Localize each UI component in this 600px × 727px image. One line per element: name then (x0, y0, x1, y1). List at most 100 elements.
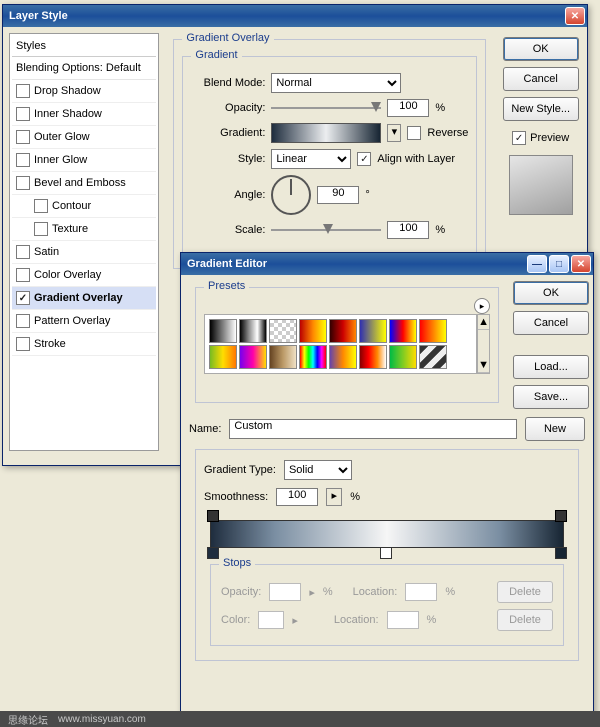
reverse-checkbox[interactable] (407, 126, 421, 140)
preset-swatch[interactable] (389, 345, 417, 369)
preset-swatch[interactable] (389, 319, 417, 343)
close-icon[interactable]: ✕ (565, 7, 585, 25)
style-checkbox[interactable] (16, 176, 30, 190)
style-label: Gradient Overlay (34, 292, 123, 304)
preset-swatch[interactable] (329, 319, 357, 343)
ok-button[interactable]: OK (503, 37, 579, 61)
style-label: Drop Shadow (34, 85, 101, 97)
presets-flyout-icon[interactable]: ▸ (474, 298, 490, 314)
style-checkbox[interactable] (16, 268, 30, 282)
scroll-up-icon: ▲ (478, 315, 489, 330)
style-checkbox[interactable] (16, 291, 30, 305)
stops-group: Stops Opacity: ▸ % Location: % Delete Co… (210, 564, 564, 646)
style-checkbox[interactable] (16, 245, 30, 259)
minimize-icon[interactable]: — (527, 255, 547, 273)
angle-dial[interactable] (271, 175, 311, 215)
style-row-drop-shadow[interactable]: Drop Shadow (12, 80, 156, 103)
angle-value[interactable]: 90 (317, 186, 359, 204)
style-checkbox[interactable] (16, 337, 30, 351)
style-row-stroke[interactable]: Stroke (12, 333, 156, 356)
preview-swatch (509, 155, 573, 215)
preset-swatch[interactable] (329, 345, 357, 369)
preset-swatch[interactable] (359, 319, 387, 343)
stop-opacity-input (269, 583, 301, 601)
scale-value[interactable]: 100 (387, 221, 429, 239)
color-stop-2[interactable] (380, 547, 392, 559)
stops-label: Stops (219, 557, 255, 569)
style-label: Pattern Overlay (34, 315, 110, 327)
style-checkbox[interactable] (16, 84, 30, 98)
color-stop-1[interactable] (207, 547, 219, 559)
preview-label: Preview (530, 132, 569, 144)
smoothness-value[interactable]: 100 (276, 488, 318, 506)
cancel-button[interactable]: Cancel (503, 67, 579, 91)
ok-button[interactable]: OK (513, 281, 589, 305)
style-checkbox[interactable] (16, 153, 30, 167)
preset-swatch[interactable] (209, 319, 237, 343)
preset-swatch[interactable] (299, 345, 327, 369)
preset-swatch[interactable] (419, 319, 447, 343)
gradient-type-select[interactable]: Solid (284, 460, 352, 480)
gradient-type-label: Gradient Type: (204, 464, 276, 476)
load-button[interactable]: Load... (513, 355, 589, 379)
style-label: Inner Glow (34, 154, 87, 166)
gradient-type-group: Gradient Type: Solid Smoothness: 100 ▸ % (195, 449, 579, 661)
new-button[interactable]: New (525, 417, 585, 441)
style-row-gradient-overlay[interactable]: Gradient Overlay (12, 287, 156, 310)
new-style-button[interactable]: New Style... (503, 97, 579, 121)
style-label: Inner Shadow (34, 108, 102, 120)
chevron-right-icon[interactable]: ▸ (326, 488, 342, 506)
reverse-label: Reverse (427, 127, 468, 139)
style-row-satin[interactable]: Satin (12, 241, 156, 264)
style-row-inner-glow[interactable]: Inner Glow (12, 149, 156, 172)
style-row-pattern-overlay[interactable]: Pattern Overlay (12, 310, 156, 333)
style-select[interactable]: Linear (271, 149, 351, 169)
blend-mode-select[interactable]: Normal (271, 73, 401, 93)
style-checkbox[interactable] (16, 130, 30, 144)
scroll-down-icon: ▼ (478, 358, 489, 373)
blend-mode-label: Blend Mode: (191, 77, 265, 89)
preset-swatch[interactable] (299, 319, 327, 343)
style-checkbox[interactable] (16, 107, 30, 121)
style-checkbox[interactable] (16, 314, 30, 328)
chevron-down-icon[interactable]: ▾ (387, 124, 401, 142)
style-row-inner-shadow[interactable]: Inner Shadow (12, 103, 156, 126)
gradient-bar[interactable] (210, 520, 564, 548)
style-row-bevel-and-emboss[interactable]: Bevel and Emboss (12, 172, 156, 195)
preset-swatch[interactable] (209, 345, 237, 369)
gradient-editor-titlebar[interactable]: Gradient Editor — □ ✕ (181, 253, 593, 275)
style-row-texture[interactable]: Texture (12, 218, 156, 241)
style-row-color-overlay[interactable]: Color Overlay (12, 264, 156, 287)
color-stop-3[interactable] (555, 547, 567, 559)
style-row-contour[interactable]: Contour (12, 195, 156, 218)
opacity-stop-left[interactable] (207, 510, 219, 522)
close-icon[interactable]: ✕ (571, 255, 591, 273)
scale-label: Scale: (191, 224, 265, 236)
style-checkbox[interactable] (34, 199, 48, 213)
preset-swatch[interactable] (269, 319, 297, 343)
opacity-value[interactable]: 100 (387, 99, 429, 117)
preset-swatch[interactable] (359, 345, 387, 369)
styles-header[interactable]: Styles (12, 36, 156, 57)
style-row-outer-glow[interactable]: Outer Glow (12, 126, 156, 149)
preset-swatch[interactable] (239, 345, 267, 369)
scrollbar[interactable]: ▲▼ (477, 314, 490, 374)
gradient-picker[interactable] (271, 123, 381, 143)
style-label: Contour (52, 200, 91, 212)
align-checkbox[interactable] (357, 152, 371, 166)
cancel-button[interactable]: Cancel (513, 311, 589, 335)
preset-swatch[interactable] (269, 345, 297, 369)
scale-slider[interactable] (271, 223, 381, 237)
layer-style-titlebar[interactable]: Layer Style ✕ (3, 5, 587, 27)
preset-swatch[interactable] (239, 319, 267, 343)
opacity-stop-right[interactable] (555, 510, 567, 522)
preview-checkbox[interactable] (512, 131, 526, 145)
maximize-icon[interactable]: □ (549, 255, 569, 273)
name-input[interactable]: Custom (229, 419, 517, 439)
preset-swatch[interactable] (419, 345, 447, 369)
blending-options-row[interactable]: Blending Options: Default (12, 57, 156, 80)
opacity-slider[interactable] (271, 101, 381, 115)
style-label: Satin (34, 246, 59, 258)
style-checkbox[interactable] (34, 222, 48, 236)
save-button[interactable]: Save... (513, 385, 589, 409)
